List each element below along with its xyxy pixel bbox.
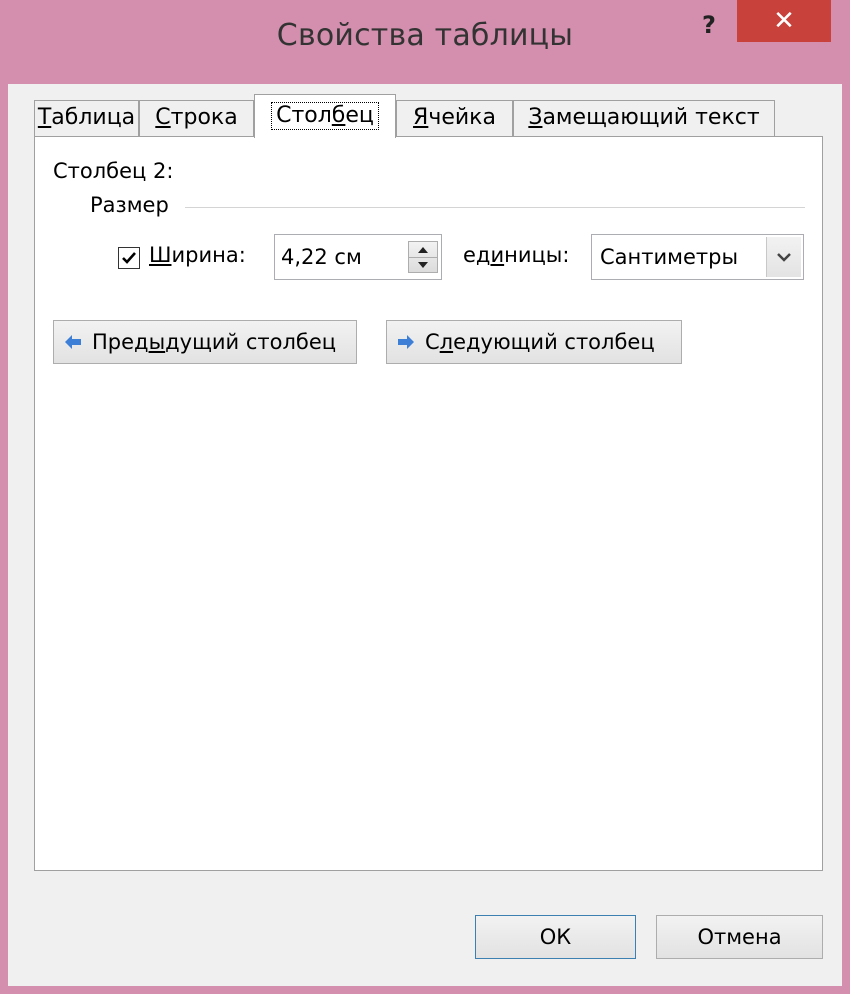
spin-up-button[interactable] [409,242,437,258]
units-selected-value: Сантиметры [600,245,739,269]
next-column-button[interactable]: Следующий столбец [386,320,682,364]
width-checkbox[interactable] [118,247,140,269]
column-heading: Столбец 2: [53,159,174,183]
help-button[interactable]: ? [692,8,726,42]
units-label: единицы: [463,243,569,267]
tab-table[interactable]: Таблица [34,100,139,136]
width-label: Ширина: [149,243,246,267]
dialog-window: Свойства таблицы ? ✕ Таблица Строка Стол… [0,0,850,994]
next-column-label: Следующий столбец [425,321,655,363]
units-dropdown-arrow[interactable] [766,237,801,277]
tab-row[interactable]: Строка [139,100,254,136]
units-label-post: ницы: [504,243,570,267]
tab-table-label-post: аблица [51,105,136,130]
size-group-divider [185,207,805,208]
tab-cell-label-post: чейка [428,105,496,130]
tab-table-label-accel: Т [37,105,52,130]
units-label-accel: и [490,243,505,267]
column-tab-panel: Столбец 2: Размер Ширина: 4,22 см единиц… [34,136,823,871]
arrow-right-icon [398,335,414,349]
chevron-down-icon [777,253,791,262]
tab-alt-text[interactable]: Замещающий текст [513,100,775,136]
close-icon: ✕ [773,6,795,36]
tab-row-label-accel: С [155,105,171,130]
tab-alt-text-label-accel: З [528,105,543,130]
tab-cell-label-accel: Я [413,105,429,130]
title-bar[interactable]: Свойства таблицы ? ✕ [0,0,850,84]
size-group-label: Размер [90,193,179,217]
tab-column[interactable]: Столбец [254,94,396,138]
previous-column-label-pre: Пред [92,330,149,354]
width-label-text: ирина: [171,243,246,267]
cancel-button[interactable]: Отмена [656,915,823,959]
triangle-down-icon [418,262,428,268]
tab-column-label-pre: Стол [276,103,332,128]
units-dropdown[interactable]: Сантиметры [591,234,804,280]
close-button[interactable]: ✕ [737,0,831,42]
tab-row-label-post: трока [170,105,238,130]
checkmark-icon [122,252,136,264]
next-column-label-pre: С [425,330,440,354]
dialog-body: Таблица Строка Столбец Ячейка Замещающий… [8,84,842,986]
width-spinner[interactable] [408,241,438,273]
spin-down-button[interactable] [409,257,437,272]
next-column-label-post: едующий столбец [453,330,655,354]
tab-column-label-post: ец [345,103,374,128]
tab-alt-text-label-post: амещающий текст [542,105,760,130]
width-label-accel: Ш [149,243,172,267]
triangle-up-icon [418,247,428,253]
previous-column-button[interactable]: Предыдущий столбец [53,320,357,364]
next-column-label-accel: л [439,330,454,354]
previous-column-label-accel: ы [148,330,166,354]
arrow-left-icon [65,335,81,349]
tab-column-label-accel: б [331,103,346,128]
ok-button[interactable]: ОК [475,915,636,959]
tab-cell[interactable]: Ячейка [396,100,513,136]
units-label-pre: ед [463,243,491,267]
previous-column-label: Предыдущий столбец [92,321,336,363]
previous-column-label-post: дущий столбец [165,330,337,354]
